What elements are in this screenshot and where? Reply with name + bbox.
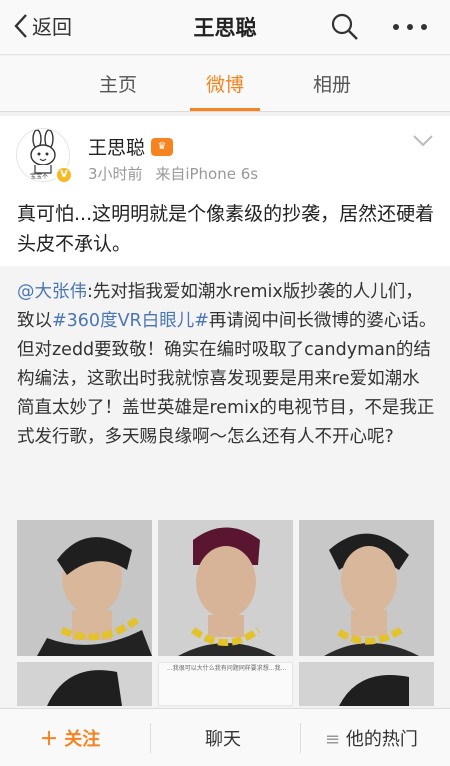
hot-posts-label: 他的热门 [345,729,418,750]
retweet-text-part2: 再请阅中间长微博的婆心话。但对zedd要致敬！确实在编时吸取了candyman的… [17,311,437,447]
topic-link[interactable]: #360度VR白眼儿# [52,311,209,331]
weibo-post: 宝宝不 V 王思聪 ♛ 3小时前 来自iPhone 6s 真可怕...这明明就是… [0,116,450,266]
divider [300,723,301,753]
post-meta: 3小时前 来自iPhone 6s [88,163,258,184]
follow-button[interactable]: ＋ 关注 [40,725,100,751]
back-label: 返回 [32,15,72,39]
chevron-left-icon [14,13,27,38]
photo-thumbnail[interactable] [17,520,152,656]
photo-thumbnail[interactable] [299,520,434,656]
tab-weibo[interactable]: 微博 [185,70,265,97]
photo-thumbnail[interactable] [158,520,293,656]
list-icon: ≡ [325,729,341,750]
portrait-image [299,662,434,706]
verified-badge-icon: V [55,166,73,184]
portrait-image [17,662,152,706]
retweet-text: @大张伟:先对指我爱如潮水remix版抄袭的人儿们，致以#360度VR白眼儿#再… [17,278,437,452]
profile-tabs: 主页 微博 相册 [0,56,450,112]
search-icon [331,13,358,40]
back-button[interactable]: 返回 [14,11,72,40]
photo-thumbnail[interactable]: ...我很可以大什么我有问题同样要求想...我... [158,662,293,706]
author-name[interactable]: 王思聪 [88,133,145,160]
divider [150,723,151,753]
image-caption: ...我很可以大什么我有问题同样要求想...我... [167,665,287,672]
tab-home[interactable]: 主页 [78,70,158,97]
tab-album[interactable]: 相册 [292,70,372,97]
photo-thumbnail[interactable] [17,662,152,706]
portrait-image [158,520,293,656]
hot-posts-button[interactable]: ≡ 他的热门 [325,725,418,751]
photo-thumbnail[interactable] [299,662,434,706]
chat-button[interactable]: 聊天 [205,725,241,751]
nav-bar: 返回 王思聪 [0,0,450,55]
post-source: 来自iPhone 6s [155,165,259,183]
more-button[interactable] [390,12,430,42]
post-text: 真可怕...这明明就是个像素级的抄袭，居然还硬着头皮不承认。 [17,203,435,255]
portrait-image [299,520,434,656]
bottom-action-bar: ＋ 关注 聊天 ≡ 他的热门 [0,708,450,766]
plus-icon: ＋ [40,729,58,750]
vip-crown-icon: ♛ [151,137,174,156]
portrait-image [17,520,152,656]
avatar-caption: 宝宝不 [30,173,49,180]
post-time: 3小时前 [88,165,143,183]
chevron-down-icon[interactable] [412,134,434,148]
active-tab-indicator [190,108,260,111]
search-button[interactable] [330,12,360,42]
mention-link[interactable]: @大张伟 [17,282,87,302]
more-icon [393,24,427,30]
follow-label: 关注 [64,729,101,750]
retweet-card[interactable]: @大张伟:先对指我爱如潮水remix版抄袭的人儿们，致以#360度VR白眼儿#再… [0,266,450,706]
